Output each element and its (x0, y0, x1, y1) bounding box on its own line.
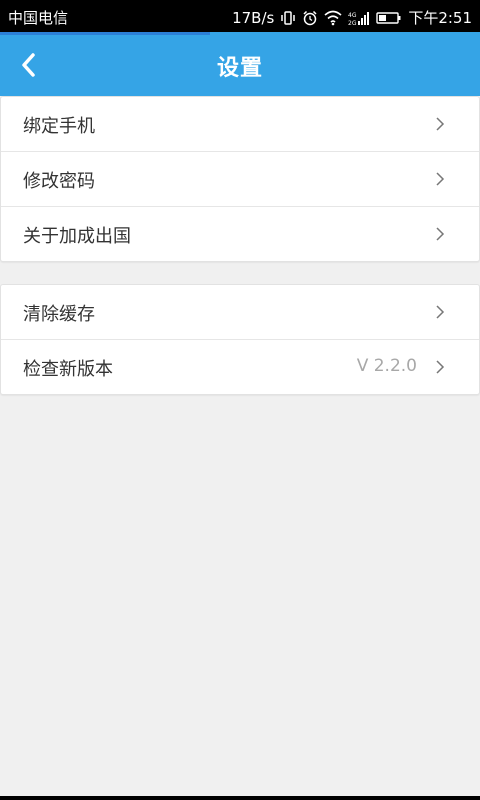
status-bar: 中国电信 17B/s 4G 2G 下午2:51 (0, 0, 480, 32)
bottom-edge (0, 796, 480, 800)
chevron-right-icon (436, 117, 445, 131)
settings-item-check-update[interactable]: 检查新版本 V 2.2.0 (1, 340, 479, 394)
settings-item-clear-cache[interactable]: 清除缓存 (1, 285, 479, 340)
settings-item-about[interactable]: 关于加成出国 (1, 207, 479, 261)
settings-item-bind-phone[interactable]: 绑定手机 (1, 97, 479, 152)
loading-indicator (0, 32, 210, 35)
carrier-label: 中国电信 (8, 9, 69, 27)
clock: 下午2:51 (408, 9, 472, 27)
svg-text:2G: 2G (348, 20, 357, 26)
battery-icon (376, 11, 401, 24)
chevron-right-icon (436, 360, 445, 374)
app-bar: 设置 (0, 32, 480, 96)
chevron-right-icon (436, 172, 445, 186)
page-title: 设置 (216, 56, 263, 81)
chevron-right-icon (436, 305, 445, 319)
network-speed: 17B/s (232, 8, 275, 27)
chevron-right-icon (436, 227, 445, 241)
settings-group-account: 绑定手机 修改密码 关于加成出国 (0, 96, 480, 262)
settings-item-change-password[interactable]: 修改密码 (1, 152, 479, 207)
version-value: V 2.2.0 (356, 356, 417, 376)
settings-item-label: 关于加成出国 (23, 226, 131, 247)
wifi-icon (324, 10, 342, 25)
settings-item-label: 清除缓存 (23, 304, 95, 325)
vibrate-icon (281, 10, 296, 25)
svg-text:4G: 4G (348, 12, 357, 19)
settings-item-label: 绑定手机 (23, 116, 95, 137)
signal-icon: 4G 2G (348, 11, 370, 26)
alarm-icon (303, 10, 317, 25)
settings-item-label: 修改密码 (23, 171, 95, 192)
settings-item-label: 检查新版本 (23, 359, 113, 380)
settings-group-app: 清除缓存 检查新版本 V 2.2.0 (0, 284, 480, 395)
status-icons: 17B/s 4G 2G 下午2:51 (232, 7, 472, 28)
